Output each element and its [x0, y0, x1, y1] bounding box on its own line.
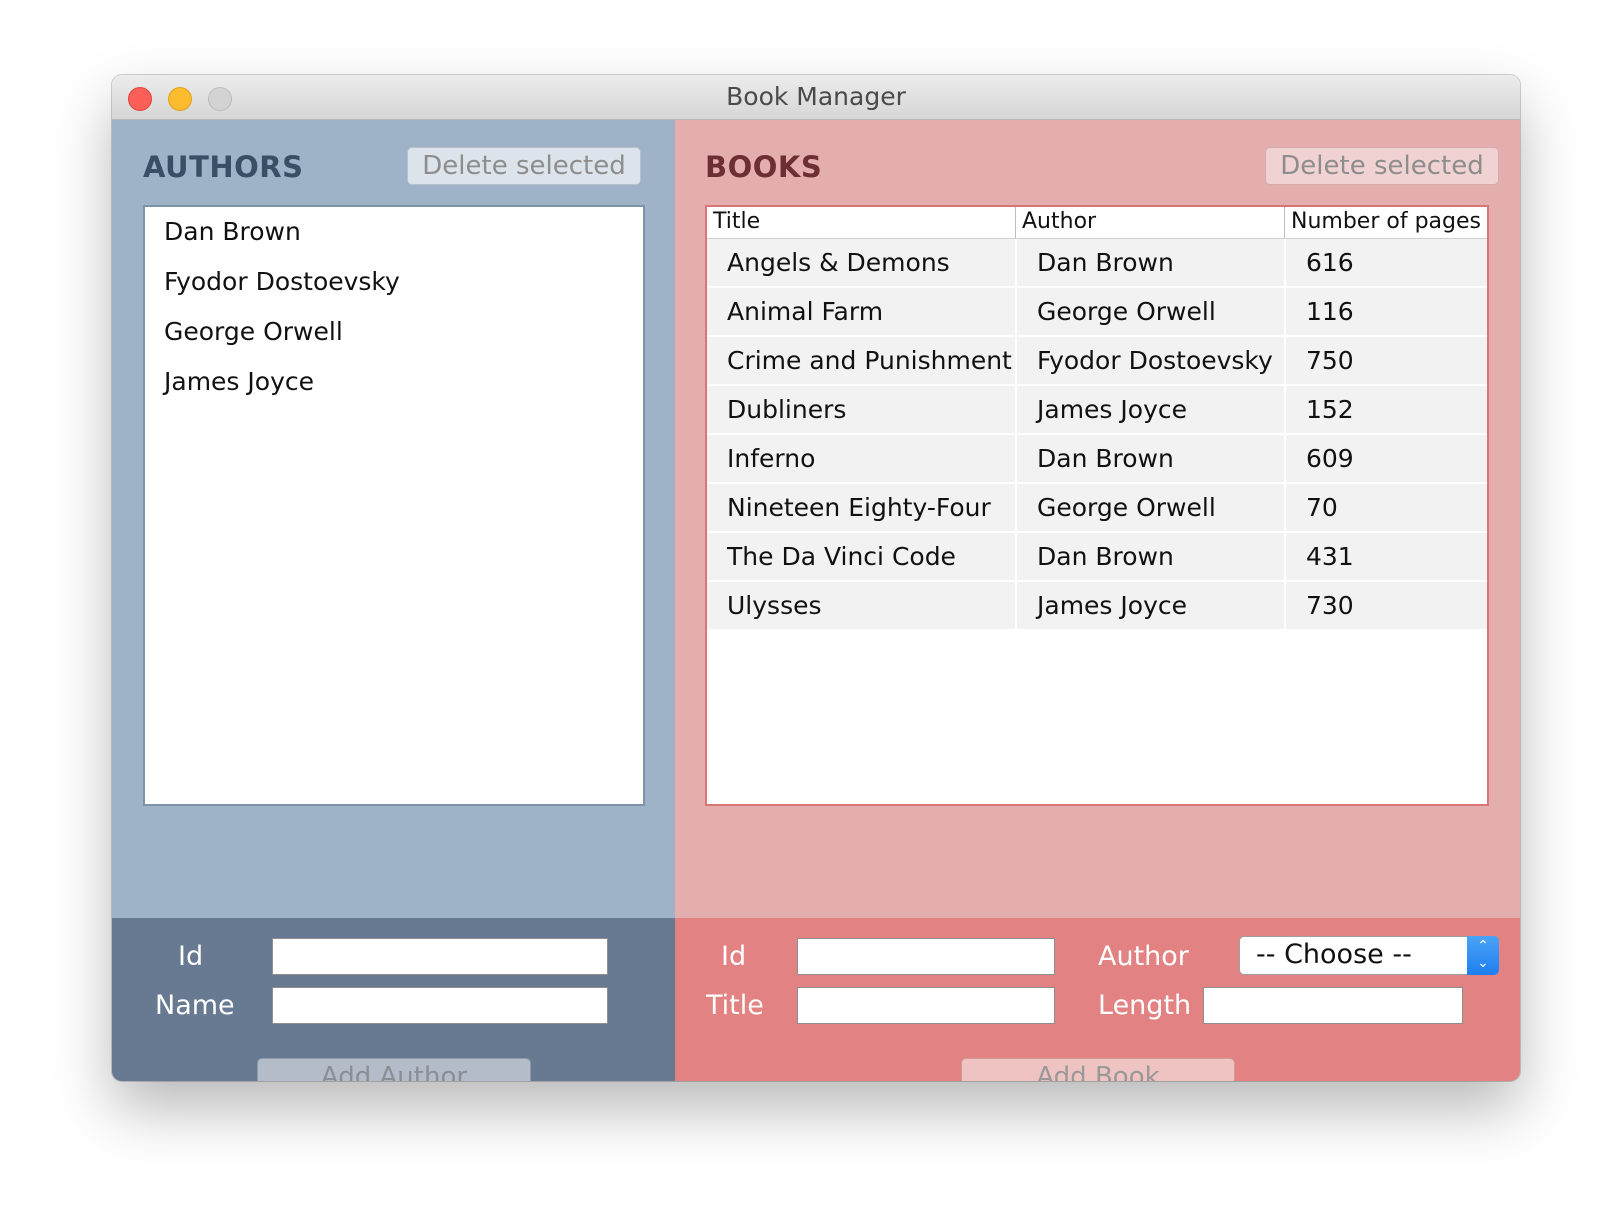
table-row[interactable]: Crime and Punishment Fyodor Dostoevsky 7…: [707, 337, 1487, 386]
list-item[interactable]: Dan Brown: [145, 215, 643, 265]
column-header-pages[interactable]: Number of pages: [1284, 207, 1487, 238]
author-name-label: Name: [155, 990, 235, 1021]
add-author-button[interactable]: Add Author: [257, 1058, 531, 1081]
book-author-label: Author: [1098, 941, 1189, 972]
author-select-value: -- Choose --: [1256, 939, 1412, 970]
author-name-input[interactable]: [272, 987, 608, 1024]
add-book-button[interactable]: Add Book: [961, 1058, 1235, 1081]
cell-pages: 70: [1284, 484, 1487, 531]
book-length-input[interactable]: [1203, 987, 1463, 1024]
author-form: Id Name Add Author: [112, 918, 675, 1081]
book-id-input[interactable]: [797, 938, 1055, 975]
cell-pages: 116: [1284, 288, 1487, 335]
cell-title: Crime and Punishment: [727, 346, 1012, 375]
table-row[interactable]: Ulysses James Joyce 730: [707, 582, 1487, 631]
book-manager-window: Book Manager AUTHORS Delete selected Dan…: [112, 75, 1520, 1081]
window-title: Book Manager: [726, 82, 906, 111]
book-length-label: Length: [1098, 990, 1192, 1021]
table-row[interactable]: Nineteen Eighty-Four George Orwell 70: [707, 484, 1487, 533]
table-row[interactable]: The Da Vinci Code Dan Brown 431: [707, 533, 1487, 582]
delete-selected-authors-button[interactable]: Delete selected: [407, 147, 641, 185]
table-row[interactable]: Animal Farm George Orwell 116: [707, 288, 1487, 337]
cell-title: Ulysses: [727, 591, 822, 620]
cell-title: Animal Farm: [727, 297, 884, 326]
author-id-input[interactable]: [272, 938, 608, 975]
cell-pages: 609: [1284, 435, 1487, 482]
book-title-label: Title: [706, 990, 764, 1021]
cell-author: James Joyce: [1015, 582, 1284, 629]
column-header-title[interactable]: Title: [707, 207, 1015, 238]
cell-author: Fyodor Dostoevsky: [1015, 337, 1284, 384]
cell-title: The Da Vinci Code: [727, 542, 956, 571]
title-bar: Book Manager: [112, 75, 1520, 120]
authors-list[interactable]: Dan Brown Fyodor Dostoevsky George Orwel…: [143, 205, 645, 806]
cell-pages: 616: [1284, 239, 1487, 286]
book-title-input[interactable]: [797, 987, 1055, 1024]
author-select[interactable]: -- Choose -- ⌃ ⌄: [1239, 936, 1499, 975]
column-header-author[interactable]: Author: [1015, 207, 1284, 238]
cell-pages: 730: [1284, 582, 1487, 629]
books-heading: BOOKS: [705, 150, 823, 184]
table-row[interactable]: Angels & Demons Dan Brown 616: [707, 239, 1487, 288]
cell-pages: 152: [1284, 386, 1487, 433]
cell-author: George Orwell: [1015, 288, 1284, 335]
cell-author: Dan Brown: [1015, 239, 1284, 286]
authors-heading: AUTHORS: [143, 150, 304, 184]
cell-title: Nineteen Eighty-Four: [727, 493, 991, 522]
cell-title: Angels & Demons: [727, 248, 950, 277]
cell-title: Inferno: [727, 444, 816, 473]
delete-selected-books-button[interactable]: Delete selected: [1265, 147, 1499, 185]
cell-author: Dan Brown: [1015, 435, 1284, 482]
table-row[interactable]: Inferno Dan Brown 609: [707, 435, 1487, 484]
table-header: Title Author Number of pages: [707, 207, 1487, 239]
table-row[interactable]: Dubliners James Joyce 152: [707, 386, 1487, 435]
cell-author: Dan Brown: [1015, 533, 1284, 580]
up-down-arrows-icon: ⌃ ⌄: [1467, 936, 1499, 975]
book-form: Id Title Author -- Choose -- ⌃ ⌄ Length A…: [675, 918, 1520, 1081]
book-id-label: Id: [721, 941, 747, 972]
cell-pages: 750: [1284, 337, 1487, 384]
cell-title: Dubliners: [727, 395, 847, 424]
cell-author: George Orwell: [1015, 484, 1284, 531]
cell-pages: 431: [1284, 533, 1487, 580]
list-item[interactable]: George Orwell: [145, 315, 643, 365]
list-item[interactable]: James Joyce: [145, 365, 643, 415]
books-table: Title Author Number of pages Angels & De…: [705, 205, 1489, 806]
author-id-label: Id: [178, 941, 204, 972]
cell-author: James Joyce: [1015, 386, 1284, 433]
list-item[interactable]: Fyodor Dostoevsky: [145, 265, 643, 315]
